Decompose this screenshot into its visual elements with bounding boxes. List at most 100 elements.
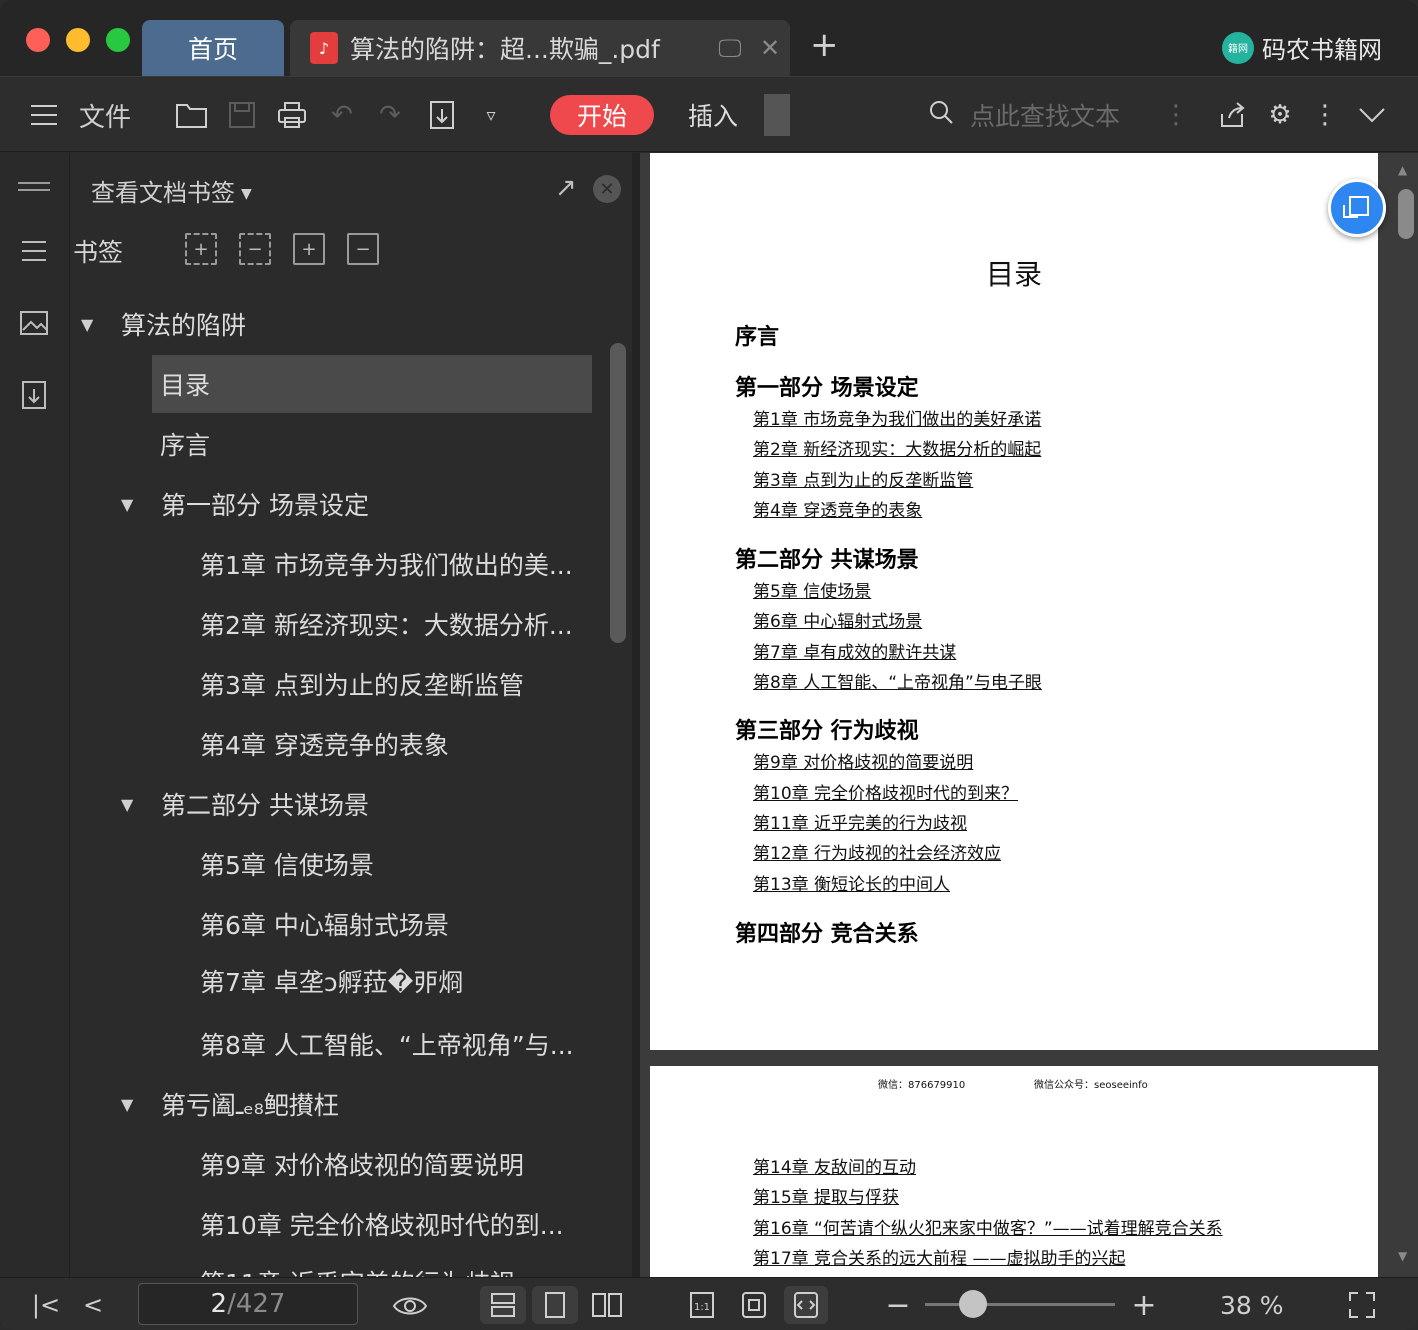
bookmark-item-ch1[interactable]: 第1章 市场竞争为我们做出的美...: [200, 535, 573, 593]
undo-icon[interactable]: ↶: [324, 77, 360, 153]
export-icon[interactable]: [422, 77, 462, 153]
toc-part[interactable]: 第四部分 竞合关系: [735, 916, 919, 948]
actual-size-icon[interactable]: 1:1: [680, 1286, 724, 1324]
close-tab-icon[interactable]: ✕: [750, 34, 790, 62]
tab-start[interactable]: 开始: [550, 95, 654, 135]
page-number-input[interactable]: 2/427: [138, 1283, 358, 1325]
bookmark-scrollbar-thumb[interactable]: [610, 343, 626, 643]
toc-chapter-link[interactable]: 第16章 “何苦请个纵火犯来家中做客？”——试着理解竞合关系: [753, 1214, 1223, 1239]
attachment-export-icon[interactable]: [14, 375, 54, 415]
reading-mode-eye-icon[interactable]: [388, 1286, 432, 1324]
outline-list-icon[interactable]: [14, 231, 54, 271]
minimize-window-button[interactable]: [66, 28, 90, 52]
bookmark-item-part3[interactable]: ▼ 第亏阖ـ﻿ₑ₈鲃攅枉: [121, 1075, 339, 1133]
toolbar-scroll-handle[interactable]: [764, 94, 790, 136]
first-page-icon[interactable]: |<: [28, 1286, 64, 1324]
new-tab-button[interactable]: +: [810, 28, 839, 62]
bookmark-item-part1[interactable]: ▼ 第一部分 场景设定: [121, 475, 369, 533]
toc-chapter-link[interactable]: 第13章 衡短论长的中间人: [753, 870, 950, 895]
zoom-out-icon[interactable]: −: [880, 1286, 916, 1324]
scroll-down-arrow-icon[interactable]: ▼: [1398, 1249, 1407, 1263]
thumbnail-image-icon[interactable]: [14, 303, 54, 343]
single-page-icon[interactable]: [532, 1286, 578, 1324]
add-child-bookmark-icon[interactable]: +: [293, 233, 325, 265]
expand-triangle-icon[interactable]: ▼: [121, 1095, 161, 1114]
close-panel-icon[interactable]: ✕: [593, 175, 621, 203]
bookmark-item-ch7[interactable]: 第7章 卓垄ↄ孵菈�戼烱: [200, 952, 463, 1010]
toc-chapter-link[interactable]: 第9章 对价格歧视的简要说明: [753, 748, 973, 773]
toc-chapter-link[interactable]: 第11章 近乎完美的行为歧视: [753, 809, 967, 834]
more-dropdown-icon[interactable]: ▿: [474, 77, 508, 153]
fit-width-icon[interactable]: [784, 1286, 828, 1324]
hamburger-menu-icon[interactable]: [26, 77, 62, 153]
continuous-scroll-icon[interactable]: [480, 1286, 526, 1324]
print-icon[interactable]: [272, 77, 312, 153]
toc-chapter-link[interactable]: 第14章 友敌间的互动: [753, 1153, 916, 1178]
toc-part[interactable]: 序言: [735, 319, 779, 351]
toc-chapter-link[interactable]: 第1章 市场竞争为我们做出的美好承诺: [753, 405, 1041, 430]
tab-insert[interactable]: 插入: [688, 95, 738, 135]
save-icon[interactable]: [222, 77, 262, 153]
brand[interactable]: 籍网 码农书籍网: [1222, 30, 1382, 65]
bookmark-item-ch2[interactable]: 第2章 新经济现实：大数据分析...: [200, 595, 573, 653]
toc-chapter-link[interactable]: 第8章 人工智能、“上帝视角”与电子眼: [753, 668, 1042, 693]
previous-page-icon[interactable]: <: [78, 1286, 108, 1324]
bookmark-item-ch10[interactable]: 第10章 完全价格歧视时代的到...: [200, 1195, 564, 1253]
toc-chapter-link[interactable]: 第3章 点到为止的反垄断监管: [753, 466, 973, 491]
zoom-slider-handle[interactable]: [958, 1290, 987, 1318]
toc-part[interactable]: 第二部分 共谋场景: [735, 542, 919, 574]
toc-chapter-link[interactable]: 第5章 信使场景: [753, 577, 871, 602]
document-viewport[interactable]: 目录 序言 第一部分 场景设定 第1章 市场竞争为我们做出的美好承诺 第2章 新…: [640, 153, 1418, 1277]
zoom-in-icon[interactable]: +: [1126, 1286, 1162, 1324]
zoom-percentage[interactable]: 38 %: [1220, 1286, 1284, 1324]
fit-page-icon[interactable]: [732, 1286, 776, 1324]
bookmark-item-root[interactable]: ▼ 算法的陷阱: [81, 295, 246, 353]
chevron-down-icon[interactable]: [1352, 77, 1392, 153]
search-field[interactable]: 点此查找文本: [928, 95, 1120, 135]
monitor-icon[interactable]: 🖵: [710, 34, 750, 62]
settings-gear-icon[interactable]: ⚙: [1260, 77, 1300, 153]
bookmark-item-part2[interactable]: ▼ 第二部分 共谋场景: [121, 775, 369, 833]
bookmark-item-ch8[interactable]: 第8章 人工智能、“上帝视角”与...: [200, 1015, 574, 1073]
panel-resize-divider[interactable]: [632, 153, 640, 1277]
bookmark-view-dropdown[interactable]: 查看文档书签 ▼: [91, 173, 252, 208]
scroll-up-arrow-icon[interactable]: ▲: [1398, 163, 1407, 177]
share-icon[interactable]: [1212, 77, 1252, 153]
toc-chapter-link[interactable]: 第7章 卓有成效的默许共谋: [753, 638, 956, 663]
bookmark-item-toc[interactable]: 目录: [152, 355, 592, 413]
toc-chapter-link[interactable]: 第17章 竞合关系的远大前程 ——虚拟助手的兴起: [753, 1244, 1125, 1269]
open-folder-icon[interactable]: [172, 77, 212, 153]
toc-chapter-link[interactable]: 第6章 中心辐射式场景: [753, 607, 922, 632]
bookmark-properties-icon[interactable]: −: [347, 233, 379, 265]
bookmark-item-ch9[interactable]: 第9章 对价格歧视的简要说明: [200, 1135, 524, 1193]
expand-triangle-icon[interactable]: ▼: [81, 315, 121, 334]
bookmark-item-ch3[interactable]: 第3章 点到为止的反垄断监管: [200, 655, 524, 713]
remove-bookmark-icon[interactable]: −: [239, 233, 271, 265]
floating-convert-icon[interactable]: [1328, 179, 1386, 237]
two-page-icon[interactable]: [584, 1286, 630, 1324]
file-menu[interactable]: 文件: [78, 77, 132, 153]
maximize-window-button[interactable]: [106, 28, 130, 52]
toc-part[interactable]: 第一部分 场景设定: [735, 370, 919, 402]
close-window-button[interactable]: [26, 28, 50, 52]
expand-triangle-icon[interactable]: ▼: [121, 795, 161, 814]
bookmark-item-ch5[interactable]: 第5章 信使场景: [200, 835, 374, 893]
toc-part[interactable]: 第三部分 行为歧视: [735, 713, 919, 745]
fullscreen-icon[interactable]: [1342, 1286, 1382, 1324]
document-scrollbar-thumb[interactable]: [1398, 189, 1414, 239]
tab-document[interactable]: ♪ 算法的陷阱：超...欺骗_.pdf 🖵 ✕: [290, 20, 790, 76]
toc-chapter-link[interactable]: 第2章 新经济现实：大数据分析的崛起: [753, 435, 1041, 460]
toc-chapter-link[interactable]: 第15章 提取与俘获: [753, 1183, 899, 1208]
more-options-icon[interactable]: ⋮: [1310, 77, 1340, 153]
zoom-slider[interactable]: [925, 1303, 1115, 1306]
pop-out-arrow-icon[interactable]: ↗: [555, 173, 577, 203]
collapse-panel-icon[interactable]: [14, 167, 54, 207]
bookmark-item-ch6[interactable]: 第6章 中心辐射式场景: [200, 895, 449, 953]
redo-icon[interactable]: ↷: [372, 77, 408, 153]
bookmark-item-ch11[interactable]: 第11章 近乎完美的行为歧视: [200, 1253, 515, 1277]
tab-home[interactable]: 首页: [142, 20, 284, 76]
toc-chapter-link[interactable]: 第12章 行为歧视的社会经济效应: [753, 839, 1001, 864]
expand-triangle-icon[interactable]: ▼: [121, 495, 161, 514]
bookmark-item-preface[interactable]: 序言: [160, 415, 210, 473]
add-bookmark-icon[interactable]: +: [185, 233, 217, 265]
